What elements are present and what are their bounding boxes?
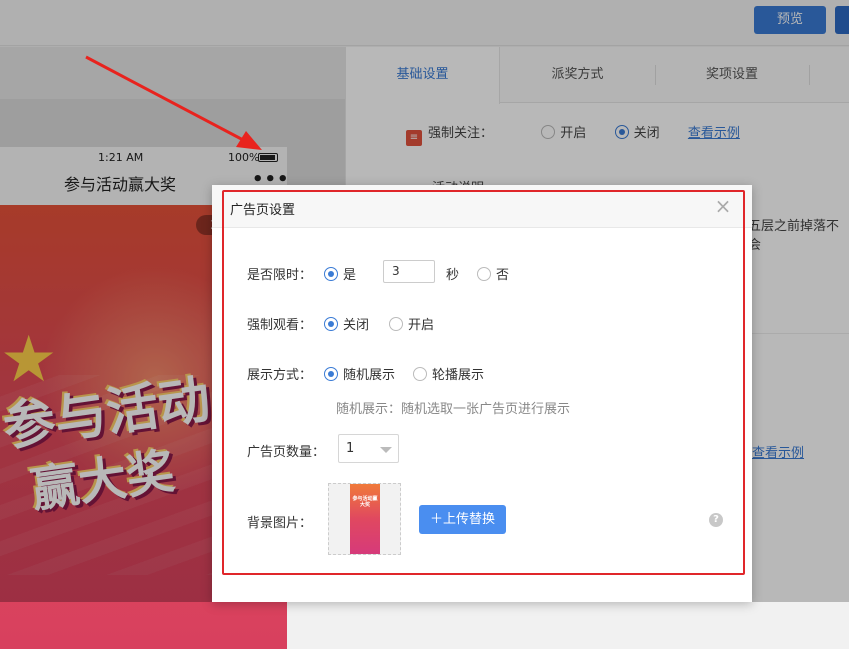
force-watch-off-label: 关闭	[343, 318, 370, 333]
time-limit-no-radio[interactable]	[477, 267, 491, 281]
force-watch-on-radio[interactable]	[389, 317, 403, 331]
time-limit-yes-label: 是	[343, 268, 357, 283]
display-random-label: 随机展示	[343, 368, 396, 383]
help-icon[interactable]: ?	[709, 513, 723, 527]
display-carousel-radio[interactable]	[413, 367, 427, 381]
display-carousel-label: 轮播展示	[432, 368, 485, 383]
display-mode-label: 展示方式：	[247, 368, 313, 383]
ad-page-settings-dialog: 广告页设置 × 是否限时： 是 3 秒 否 强制观看： 关闭 开启 展示方式： …	[212, 185, 752, 602]
ad-count-select[interactable]: 1	[338, 434, 399, 463]
display-carousel-option[interactable]: 轮播展示	[413, 364, 484, 383]
dialog-header: 广告页设置 ×	[212, 185, 752, 228]
time-limit-label: 是否限时：	[247, 268, 313, 283]
close-icon[interactable]: ×	[712, 195, 734, 217]
seconds-unit: 秒	[446, 268, 460, 283]
force-watch-label: 强制观看：	[247, 318, 313, 333]
background-image-label: 背景图片：	[247, 516, 313, 531]
thumbnail-text: 参与活动赢大奖	[352, 496, 378, 508]
upload-replace-button[interactable]: ＋上传替换	[419, 505, 506, 534]
force-watch-off-radio[interactable]	[324, 317, 338, 331]
time-limit-seconds-input[interactable]: 3	[383, 260, 435, 283]
plus-icon: ＋	[429, 512, 443, 527]
display-random-radio[interactable]	[324, 367, 338, 381]
display-mode-hint: 随机展示：随机选取一张广告页进行展示	[336, 402, 571, 417]
thumbnail-image: 参与活动赢大奖	[350, 484, 380, 554]
dialog-title: 广告页设置	[230, 203, 296, 218]
ad-count-value: 1	[346, 441, 355, 456]
force-watch-off-option[interactable]: 关闭	[324, 314, 369, 333]
force-watch-on-label: 开启	[408, 318, 435, 333]
time-limit-yes-radio[interactable]	[324, 267, 338, 281]
display-random-option[interactable]: 随机展示	[324, 364, 395, 383]
chevron-down-icon	[380, 447, 392, 453]
background-image-thumbnail[interactable]: 参与活动赢大奖	[328, 483, 401, 555]
time-limit-no-label: 否	[496, 268, 510, 283]
force-watch-on-option[interactable]: 开启	[389, 314, 434, 333]
ad-count-label: 广告页数量：	[247, 445, 326, 460]
upload-replace-label: 上传替换	[443, 512, 496, 527]
time-limit-yes-option[interactable]: 是	[324, 264, 356, 283]
time-limit-no-option[interactable]: 否	[477, 264, 509, 283]
